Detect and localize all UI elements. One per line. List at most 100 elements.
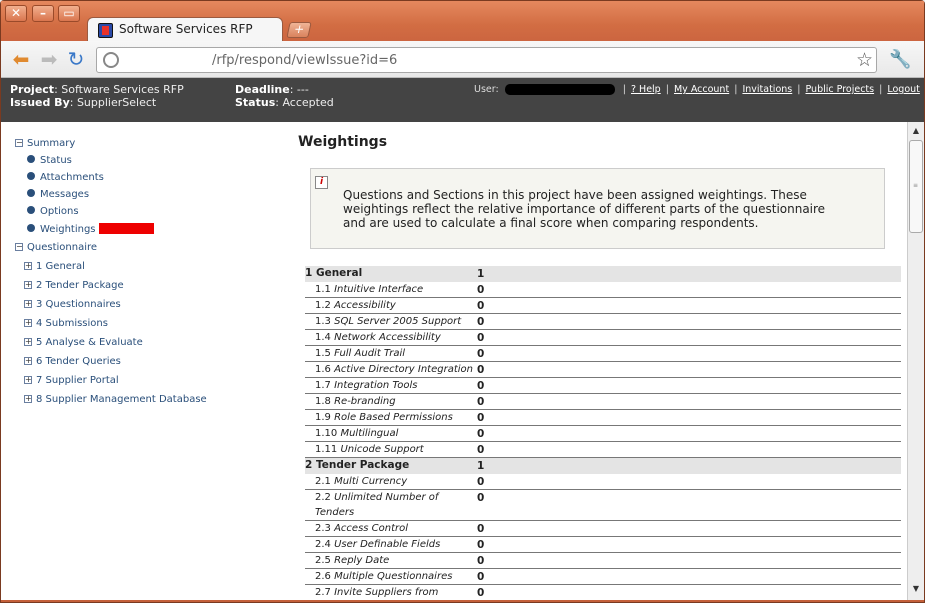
info-notice: i Questions and Sections in this project… xyxy=(310,168,885,249)
public-projects-link[interactable]: Public Projects xyxy=(806,84,875,95)
weighting-value: 0 xyxy=(477,444,485,456)
scroll-down-arrow-icon[interactable]: ▼ xyxy=(910,584,922,596)
tree-node-general[interactable]: +1 General xyxy=(24,261,85,272)
bullet-icon xyxy=(27,172,35,180)
row-label: 1.8 Re-branding xyxy=(315,396,396,407)
question-row: 2.2 Unlimited Number of Tenders 0 xyxy=(305,490,901,521)
close-window-button[interactable]: ✕ xyxy=(5,5,27,22)
project-header: Project: Software Services RFP Issued By… xyxy=(1,78,925,122)
weighting-value: 0 xyxy=(477,396,485,408)
expand-icon[interactable]: + xyxy=(24,262,32,270)
question-row: 1.2 Accessibility 0 xyxy=(305,298,901,314)
row-label: 1 General xyxy=(305,267,363,279)
row-label: 1.2 Accessibility xyxy=(315,300,396,311)
tree-node-supplier-portal[interactable]: +7 Supplier Portal xyxy=(24,375,119,386)
globe-icon xyxy=(103,52,119,68)
wrench-menu-icon[interactable]: 🔧 xyxy=(889,49,911,70)
bookmark-star-icon[interactable]: ☆ xyxy=(856,49,873,71)
browser-toolbar: ⬅ ➡ ↻ /rfp/respond/viewIssue?id=6 ☆ 🔧 xyxy=(1,41,924,78)
issued-by-field: Issued By: SupplierSelect xyxy=(10,96,157,109)
row-label: 2.1 Multi Currency xyxy=(315,476,408,487)
reload-icon[interactable]: ↻ xyxy=(65,49,87,69)
tree-node-analyse-evaluate[interactable]: +5 Analyse & Evaluate xyxy=(24,337,143,348)
expand-icon[interactable]: + xyxy=(24,281,32,289)
new-tab-button[interactable]: + xyxy=(286,22,312,38)
expand-icon[interactable]: + xyxy=(24,300,32,308)
minimize-window-button[interactable]: – xyxy=(32,5,54,22)
tree-node-summary[interactable]: − Summary xyxy=(15,138,75,149)
weighting-value: 0 xyxy=(477,428,485,440)
collapse-icon[interactable]: − xyxy=(15,243,23,251)
weighting-value: 0 xyxy=(477,555,485,567)
weighting-value: 0 xyxy=(477,364,485,376)
question-row: 1.3 SQL Server 2005 Support 0 xyxy=(305,314,901,330)
browser-tab[interactable]: Software Services RFP xyxy=(87,17,283,42)
tree-node-tender-package[interactable]: +2 Tender Package xyxy=(24,280,124,291)
redacted-marker xyxy=(98,223,154,234)
vertical-scrollbar[interactable]: ▲ ≡ ▼ xyxy=(907,122,924,600)
question-row: 1.4 Network Accessibility 0 xyxy=(305,330,901,346)
redacted-username xyxy=(504,84,615,95)
tab-title: Software Services RFP xyxy=(119,22,253,36)
question-row: 2.4 User Definable Fields 0 xyxy=(305,537,901,553)
sidebar-item-messages[interactable]: Messages xyxy=(27,189,89,200)
tree-node-questionnaire[interactable]: − Questionnaire xyxy=(15,242,97,253)
row-label: 1.9 Role Based Permissions xyxy=(315,412,453,423)
question-row: 1.9 Role Based Permissions 0 xyxy=(305,410,901,426)
row-label: 1.5 Full Audit Trail xyxy=(315,348,406,359)
weighting-value: 0 xyxy=(477,316,485,328)
url-text[interactable]: /rfp/respond/viewIssue?id=6 xyxy=(212,53,397,68)
expand-icon[interactable]: + xyxy=(24,357,32,365)
question-row: 2.1 Multi Currency 0 xyxy=(305,474,901,490)
question-row: 1.10 Multilingual 0 xyxy=(305,426,901,442)
sidebar-item-options[interactable]: Options xyxy=(27,206,79,217)
collapse-icon[interactable]: − xyxy=(15,139,23,147)
expand-icon[interactable]: + xyxy=(24,376,32,384)
weighting-value: 0 xyxy=(477,571,485,583)
my-account-link[interactable]: My Account xyxy=(674,84,729,95)
forward-arrow-icon[interactable]: ➡ xyxy=(38,49,60,69)
bullet-icon xyxy=(27,224,35,232)
weighting-value: 0 xyxy=(477,412,485,424)
row-label: 2.5 Reply Date xyxy=(315,555,390,566)
deadline-field: Deadline: --- xyxy=(235,83,309,96)
question-row: 2.7 Invite Suppliers from 0 xyxy=(305,585,901,600)
logout-link[interactable]: Logout xyxy=(887,84,920,95)
scroll-up-arrow-icon[interactable]: ▲ xyxy=(910,126,922,138)
project-field: Project: Software Services RFP xyxy=(10,83,184,96)
maximize-window-button[interactable]: ▭ xyxy=(58,5,80,22)
section-row: 1 General 1 xyxy=(305,266,901,282)
tree-node-tender-queries[interactable]: +6 Tender Queries xyxy=(24,356,121,367)
expand-icon[interactable]: + xyxy=(24,319,32,327)
sidebar-item-attachments[interactable]: Attachments xyxy=(27,172,104,183)
back-arrow-icon[interactable]: ⬅ xyxy=(10,49,32,69)
title-bar: ✕ – ▭ Software Services RFP + xyxy=(1,1,924,42)
question-row: 1.6 Active Directory Integration 0 xyxy=(305,362,901,378)
weighting-value: 0 xyxy=(477,348,485,360)
weighting-value: 0 xyxy=(477,539,485,551)
help-link[interactable]: ? Help xyxy=(631,84,661,95)
sidebar-item-status[interactable]: Status xyxy=(27,155,72,166)
question-row: 1.11 Unicode Support 0 xyxy=(305,442,901,458)
expand-icon[interactable]: + xyxy=(24,395,32,403)
row-label: 1.1 Intuitive Interface xyxy=(315,284,424,295)
invitations-link[interactable]: Invitations xyxy=(742,84,792,95)
sidebar-item-weightings[interactable]: Weightings xyxy=(27,223,154,235)
tree-node-supplier-management-database[interactable]: +8 Supplier Management Database xyxy=(24,394,207,405)
tree-node-questionnaires[interactable]: +3 Questionnaires xyxy=(24,299,121,310)
user-area: User: | ? Help | My Account | Invitation… xyxy=(474,84,925,95)
row-label: 2.6 Multiple Questionnaires xyxy=(315,571,453,582)
notice-text: Questions and Sections in this project h… xyxy=(343,188,826,230)
row-label: 1.11 Unicode Support xyxy=(315,444,424,455)
status-field: Status: Accepted xyxy=(235,96,334,109)
row-label: 1.3 SQL Server 2005 Support xyxy=(315,316,462,327)
tree-node-submissions[interactable]: +4 Submissions xyxy=(24,318,108,329)
question-row: 1.7 Integration Tools 0 xyxy=(305,378,901,394)
row-label: 2.3 Access Control xyxy=(315,523,409,534)
expand-icon[interactable]: + xyxy=(24,338,32,346)
weighting-value: 0 xyxy=(477,587,485,599)
address-bar[interactable]: /rfp/respond/viewIssue?id=6 ☆ xyxy=(96,47,877,73)
weighting-value: 1 xyxy=(477,268,485,280)
scrollbar-thumb[interactable]: ≡ xyxy=(909,140,923,233)
row-label: 1.6 Active Directory Integration xyxy=(315,364,473,375)
